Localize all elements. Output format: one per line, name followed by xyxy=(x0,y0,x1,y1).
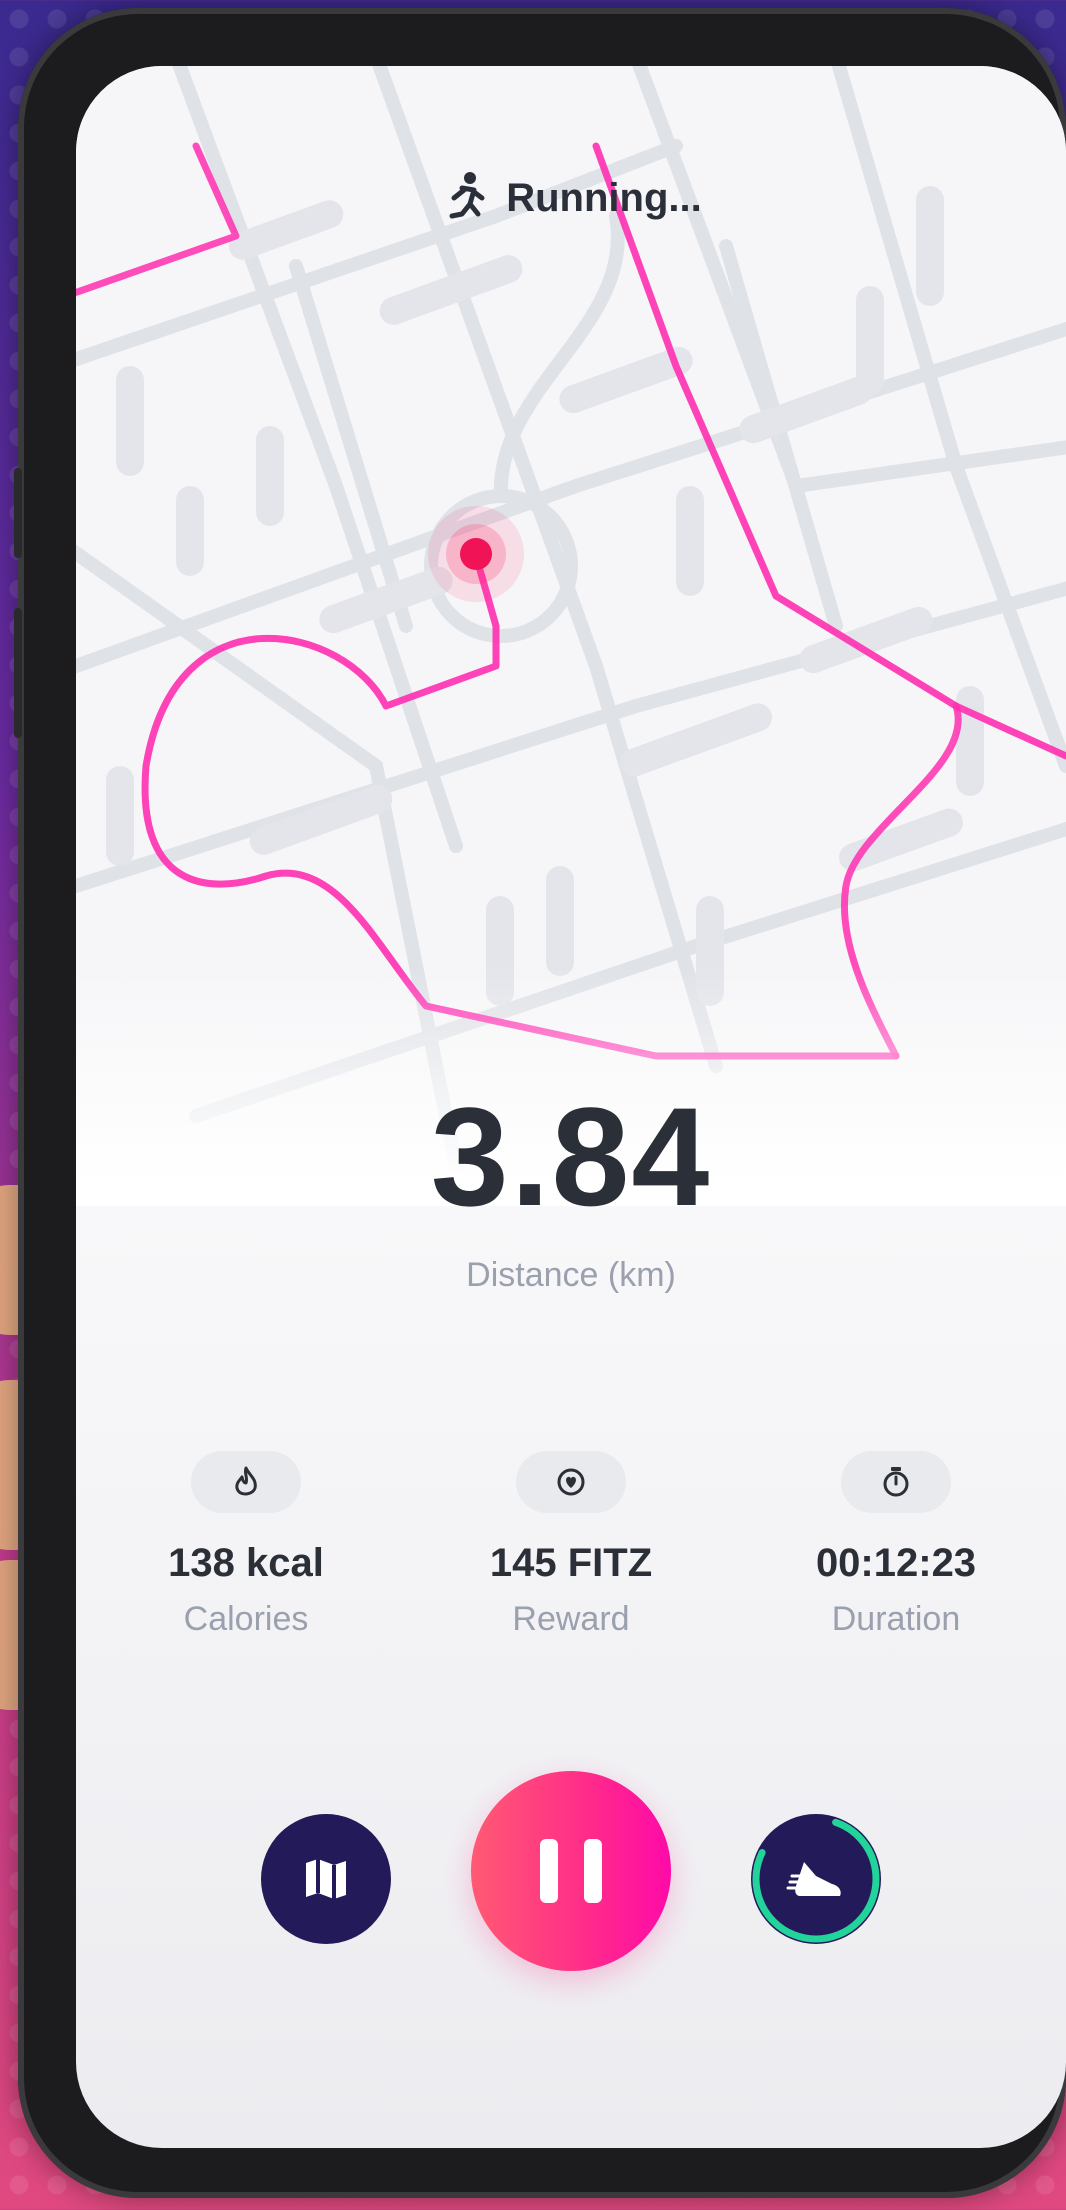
map-button[interactable] xyxy=(261,1814,391,1944)
calories-value: 138 kcal xyxy=(168,1541,324,1585)
activity-status-title: Running... xyxy=(506,175,702,220)
activity-header: Running... xyxy=(76,168,1066,228)
distance-value: 3.84 xyxy=(430,1078,712,1235)
running-person-icon xyxy=(449,172,485,219)
stat-calories: 138 kcal Calories xyxy=(96,1451,396,1639)
duration-icon-pill xyxy=(841,1451,951,1513)
pause-button[interactable] xyxy=(471,1771,671,1971)
duration-label: Duration xyxy=(831,1600,961,1638)
sneaker-button[interactable] xyxy=(751,1814,881,1944)
reward-label: Reward xyxy=(512,1600,630,1638)
stopwatch-icon xyxy=(883,1467,909,1497)
map-icon xyxy=(306,1859,346,1899)
calories-label: Calories xyxy=(183,1600,309,1638)
reward-icon-pill xyxy=(516,1451,626,1513)
reward-token-icon xyxy=(557,1468,585,1496)
activity-controls xyxy=(76,1766,1066,1976)
app-screen: Running... 3.84 Distance (km) 138 kcal C… xyxy=(76,66,1066,2148)
pause-icon xyxy=(527,1839,615,1903)
volume-button xyxy=(14,608,22,738)
flame-icon xyxy=(235,1466,257,1496)
phone-frame: Running... 3.84 Distance (km) 138 kcal C… xyxy=(14,8,1066,2198)
volume-button xyxy=(14,468,22,558)
progress-ring xyxy=(752,1815,880,1943)
calories-icon-pill xyxy=(191,1451,301,1513)
duration-value: 00:12:23 xyxy=(815,1541,977,1585)
stat-reward: 145 FITZ Reward xyxy=(421,1451,721,1639)
reward-value: 145 FITZ xyxy=(489,1541,653,1585)
stat-duration: 00:12:23 Duration xyxy=(746,1451,1046,1639)
current-location-dot xyxy=(460,538,492,570)
distance-label: Distance (km) xyxy=(466,1256,676,1294)
